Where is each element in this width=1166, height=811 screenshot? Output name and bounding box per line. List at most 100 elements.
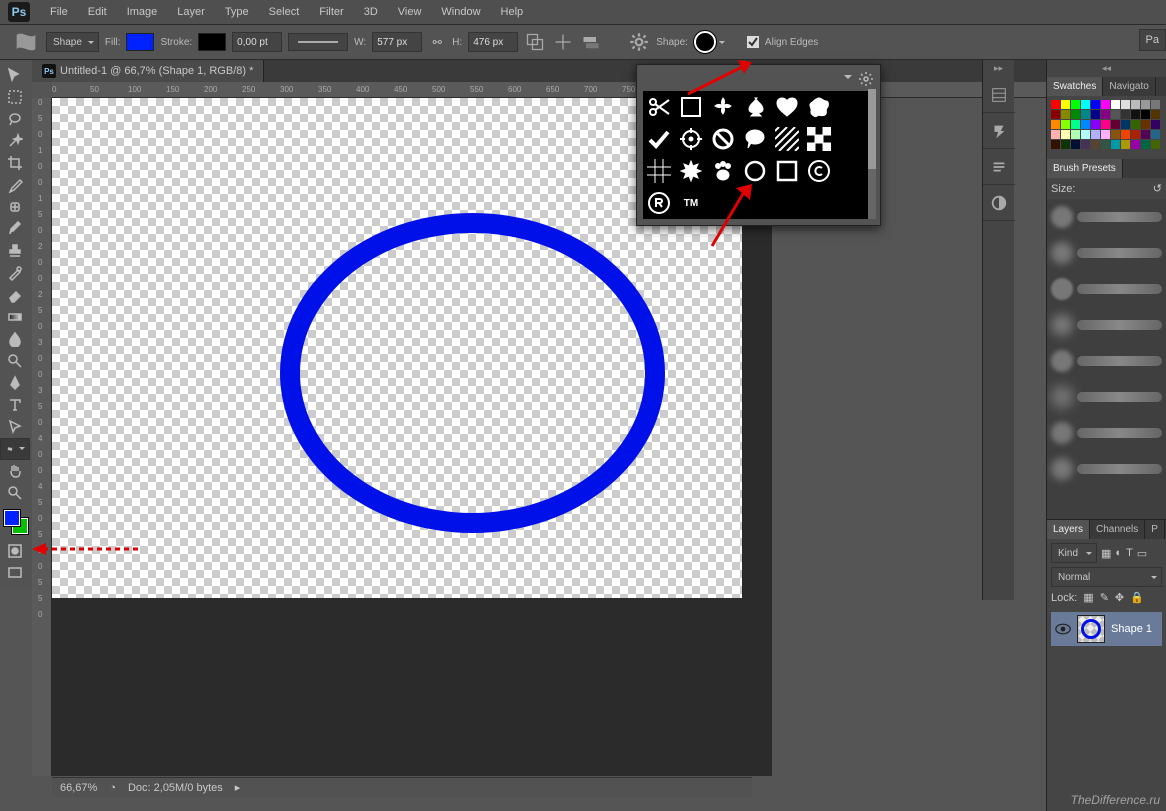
swatch[interactable] [1131,130,1140,139]
menu-layer[interactable]: Layer [167,2,215,22]
menu-3d[interactable]: 3D [354,2,388,22]
swatch[interactable] [1141,110,1150,119]
dodge-tool[interactable] [0,350,30,372]
swatch[interactable] [1111,110,1120,119]
swatch[interactable] [1121,140,1130,149]
shape-paw[interactable] [707,155,739,187]
swatch[interactable] [1071,130,1080,139]
brush-preset-item[interactable] [1047,235,1166,271]
swatch[interactable] [1121,100,1130,109]
layer-name[interactable]: Shape 1 [1111,623,1152,635]
shape-circle-outline[interactable] [739,155,771,187]
swatch[interactable] [1051,100,1060,109]
brush-preset-item[interactable] [1047,379,1166,415]
history-panel-icon[interactable] [983,77,1015,113]
reset-icon[interactable]: ↺ [1153,182,1162,195]
gradient-tool[interactable] [0,306,30,328]
shape-target[interactable] [675,123,707,155]
lock-trans-icon[interactable]: ▦ [1083,591,1093,604]
layer-kind-filter[interactable]: Kind [1051,543,1097,563]
swatch[interactable] [1061,140,1070,149]
swatch[interactable] [1091,120,1100,129]
swatch[interactable] [1151,100,1160,109]
swatch[interactable] [1081,120,1090,129]
swatch[interactable] [1131,120,1140,129]
eye-icon[interactable] [1055,623,1071,635]
shape-copyright[interactable] [803,155,835,187]
swatch[interactable] [1141,120,1150,129]
filter-adjust-icon[interactable]: ◐ [1115,547,1122,559]
custom-shape-tool[interactable] [0,438,30,460]
filter-pixel-icon[interactable]: ▦ [1101,547,1111,560]
tool-mode-select[interactable]: Shape [46,32,99,52]
brush-list[interactable] [1047,199,1166,519]
tab-layers[interactable]: Layers [1047,520,1090,539]
tab-paths[interactable]: P [1145,520,1165,539]
swatch[interactable] [1061,120,1070,129]
brush-preset-item[interactable] [1047,343,1166,379]
swatch[interactable] [1131,140,1140,149]
swatch[interactable] [1101,120,1110,129]
stroke-color[interactable] [198,33,226,51]
pen-tool[interactable] [0,372,30,394]
swatch[interactable] [1151,120,1160,129]
move-tool[interactable] [0,64,30,86]
crop-tool[interactable] [0,152,30,174]
swatch[interactable] [1071,110,1080,119]
actions-panel-icon[interactable] [983,113,1015,149]
document-tab[interactable]: Ps Untitled-1 @ 66,7% (Shape 1, RGB/8) * [32,60,264,82]
swatch[interactable] [1121,130,1130,139]
brush-preset-item[interactable] [1047,199,1166,235]
tab-navigator[interactable]: Navigato [1103,77,1155,96]
menu-view[interactable]: View [388,2,432,22]
shape-heart[interactable] [771,91,803,123]
shape-diag[interactable] [771,123,803,155]
quickmask-button[interactable] [0,540,30,562]
brush-preset-item[interactable] [1047,307,1166,343]
path-align-button[interactable] [552,31,574,53]
swatch[interactable] [1061,100,1070,109]
strip-handle-icon[interactable]: ▸▸ [983,60,1014,77]
pa-button[interactable]: Pa [1139,29,1166,51]
shape-no[interactable] [707,123,739,155]
tool-preset-icon[interactable] [12,30,40,54]
swatch[interactable] [1071,100,1080,109]
link-icon[interactable]: ⚯ [428,36,446,49]
swatch[interactable] [1051,110,1060,119]
filter-shape-icon[interactable]: ▭ [1137,547,1147,560]
brush-preset-item[interactable] [1047,271,1166,307]
swatch[interactable] [1101,100,1110,109]
height-input[interactable] [468,32,518,52]
width-input[interactable] [372,32,422,52]
shape-popover-caret-icon[interactable] [844,75,852,87]
menu-select[interactable]: Select [259,2,310,22]
history-brush-tool[interactable] [0,262,30,284]
swatch[interactable] [1091,100,1100,109]
swatch[interactable] [1151,110,1160,119]
tab-brush-presets[interactable]: Brush Presets [1047,159,1123,178]
shape-burst[interactable] [675,155,707,187]
shape-popover-scrollbar[interactable] [868,89,876,219]
blur-tool[interactable] [0,328,30,350]
swatch[interactable] [1111,130,1120,139]
menu-help[interactable]: Help [491,2,534,22]
doc-info-icon[interactable]: ◔ [109,782,116,794]
foreground-color[interactable] [4,510,20,526]
menu-type[interactable]: Type [215,2,259,22]
shape-picker-button[interactable] [694,31,725,53]
lasso-tool[interactable] [0,108,30,130]
tab-channels[interactable]: Channels [1090,520,1145,539]
swatch[interactable] [1101,130,1110,139]
type-tool[interactable] [0,394,30,416]
swatch[interactable] [1071,120,1080,129]
lock-all-icon[interactable]: 🔒 [1130,591,1144,604]
brush-preset-item[interactable] [1047,451,1166,487]
path-arrange-button[interactable] [580,31,602,53]
lock-move-icon[interactable]: ✥ [1115,591,1124,604]
path-select-tool[interactable] [0,416,30,438]
hand-tool[interactable] [0,460,30,482]
swatch[interactable] [1081,130,1090,139]
swatch[interactable] [1101,110,1110,119]
blend-mode-select[interactable]: Normal [1051,567,1162,587]
swatch[interactable] [1061,130,1070,139]
